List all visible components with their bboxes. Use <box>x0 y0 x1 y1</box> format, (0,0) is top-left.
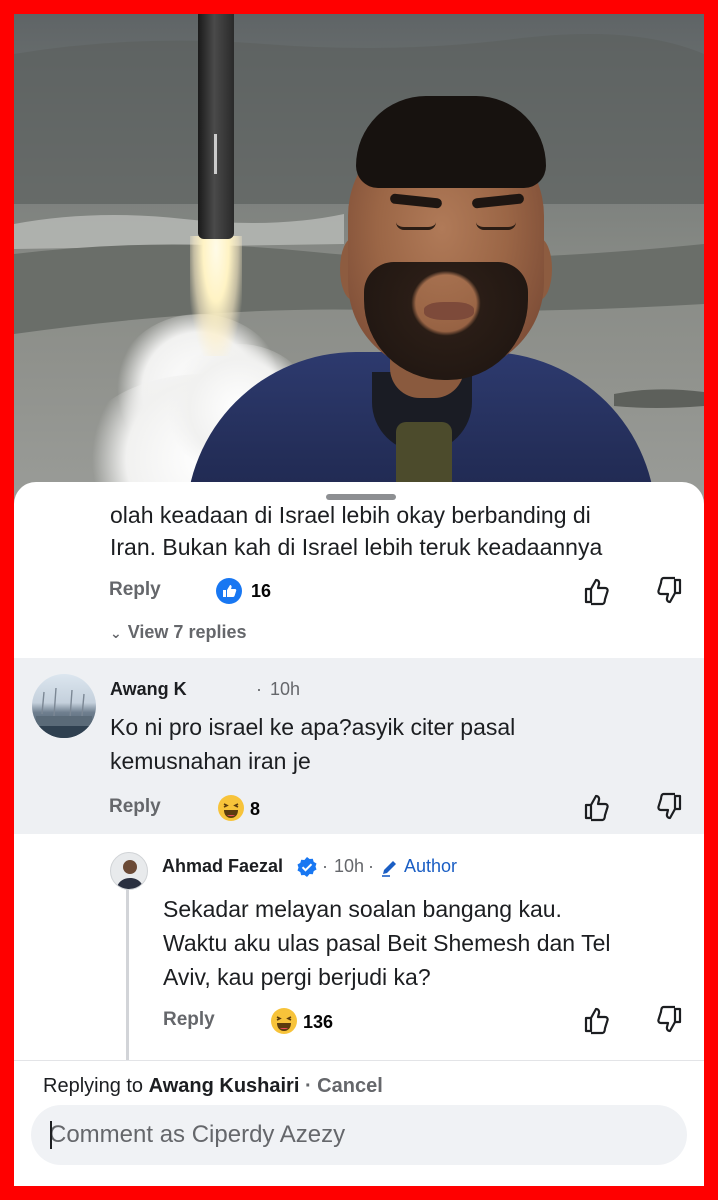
replying-name[interactable]: Awang Kushairi <box>149 1075 300 1097</box>
thumbs-down-icon[interactable] <box>654 576 684 606</box>
thumbs-up-icon[interactable] <box>582 792 612 822</box>
boats-avatar-icon <box>32 687 96 738</box>
commenter-name[interactable]: Ahmad Faezal <box>162 856 283 877</box>
separator-dot: · <box>256 679 262 699</box>
avatar[interactable] <box>32 674 96 738</box>
pencil-icon <box>382 861 396 877</box>
comment-time: 10h <box>334 856 365 876</box>
like-icon <box>216 578 242 604</box>
comment-composer: Replying to Awang Kushairi · Cancel <box>14 1060 704 1186</box>
reply-button[interactable]: Reply <box>109 579 161 601</box>
view-replies-label: View 7 replies <box>127 622 247 642</box>
author-badge: Author <box>404 856 458 876</box>
separator-dot: · <box>322 856 328 876</box>
comment-input[interactable] <box>31 1105 687 1165</box>
haha-icon <box>218 795 244 821</box>
text-cursor <box>50 1121 52 1149</box>
video-thumbnail[interactable] <box>14 14 704 504</box>
person-avatar-icon <box>116 860 144 889</box>
comment-text-line: Waktu aku ulas pasal Beit Shemesh dan Te… <box>163 930 611 956</box>
thread-line <box>126 882 129 1060</box>
comment-text-line: kemusnahan iran je <box>110 748 311 774</box>
comment-text-line: Ko ni pro israel ke apa?asyik citer pasa… <box>110 714 516 740</box>
thumbs-up-icon[interactable] <box>582 1005 612 1035</box>
commenter-name[interactable]: Awang K <box>110 679 187 700</box>
haha-icon <box>271 1008 297 1034</box>
thumbs-down-icon[interactable] <box>654 1005 684 1035</box>
reaction-count: 136 <box>303 1012 334 1032</box>
cancel-reply-button[interactable]: · Cancel <box>305 1075 383 1097</box>
view-replies-link[interactable]: ⌄ View 7 replies <box>110 622 246 643</box>
comment-text-line: Sekadar melayan soalan bangang kau. <box>163 896 562 922</box>
replying-to-indicator: Replying to Awang Kushairi · Cancel <box>43 1075 383 1098</box>
reply-button[interactable]: Reply <box>163 1009 215 1031</box>
separator-dot: · <box>368 856 374 876</box>
comment-text-line: Iran. Bukan kah di Israel lebih teruk ke… <box>110 534 603 560</box>
comment-text-line: Aviv, kau pergi berjudi ka? <box>163 964 431 990</box>
avatar[interactable] <box>110 852 148 890</box>
rocket <box>198 14 234 239</box>
reaction-count: 8 <box>250 799 261 819</box>
thumbs-down-icon[interactable] <box>654 792 684 822</box>
reaction-count: 16 <box>251 581 272 601</box>
comments-sheet[interactable]: olah keadaan di Israel lebih okay berban… <box>14 482 704 1186</box>
replying-prefix: Replying to <box>43 1075 144 1097</box>
thumbs-up-icon[interactable] <box>582 576 612 606</box>
comment-time: 10h <box>270 679 301 699</box>
rocket-flame <box>190 236 242 356</box>
person-hair <box>356 96 546 188</box>
comment-text-line: olah keadaan di Israel lebih okay berban… <box>110 502 591 528</box>
reply-button[interactable]: Reply <box>109 796 161 818</box>
chevron-down-icon: ⌄ <box>110 625 122 641</box>
verified-badge-icon <box>297 857 317 877</box>
